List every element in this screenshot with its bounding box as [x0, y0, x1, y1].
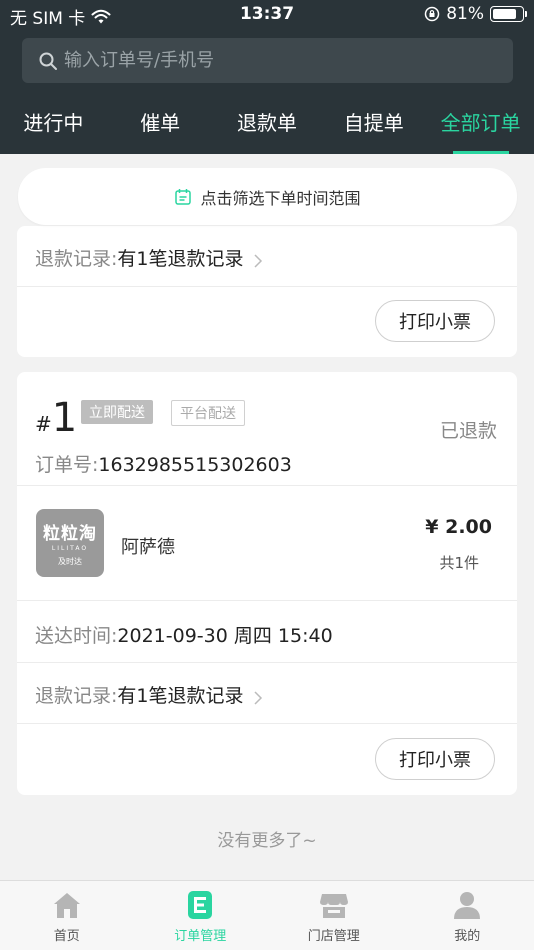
store-icon: [319, 894, 348, 918]
search-bar[interactable]: [22, 38, 513, 83]
platform-delivery-badge: 平台配送: [171, 400, 245, 426]
no-more-label: 没有更多了~: [217, 831, 317, 851]
delivery-type-badge: 立即配送: [81, 400, 153, 424]
user-icon: [454, 892, 481, 919]
order-hash: #: [35, 412, 52, 436]
date-filter-button[interactable]: 点击筛选下单时间范围: [18, 168, 517, 225]
search-input[interactable]: [64, 50, 484, 71]
tab-in-progress[interactable]: 进行中: [0, 100, 107, 154]
tab-urge[interactable]: 催单: [107, 100, 214, 154]
filter-label: 点击筛选下单时间范围: [200, 188, 361, 208]
nav-home[interactable]: 首页: [0, 881, 134, 950]
tab-all-orders[interactable]: 全部订单: [427, 100, 534, 154]
item-count: 共1件: [439, 554, 479, 572]
tab-pickup[interactable]: 自提单: [320, 100, 427, 154]
delivery-time-row: 送达时间:2021-09-30 周四 15:40: [17, 601, 517, 663]
order-card-partial: 退款记录:有1笔退款记录 打印小票: [17, 226, 517, 357]
order-header: # 1 立即配送 平台配送 已退款 订单号:1632985515302603: [17, 372, 517, 486]
nav-my-account[interactable]: 我的: [401, 881, 534, 950]
order-tabs: 进行中 催单 退款单 自提单 全部订单: [0, 100, 534, 154]
refund-record-row[interactable]: 退款记录:有1笔退款记录: [17, 226, 517, 287]
calendar-icon: [175, 188, 192, 205]
battery-percent: 81%: [446, 4, 484, 24]
header: 无 SIM 卡 13:37 81% 进行中 催单 退款单: [0, 0, 534, 154]
home-icon: [53, 893, 80, 918]
battery-icon: [490, 6, 527, 22]
bottom-navigation: 首页 订单管理 门店管理 我的: [0, 880, 534, 950]
order-status: 已退款: [439, 420, 497, 442]
order-sequence-number: 1: [51, 395, 78, 441]
print-receipt-button[interactable]: 打印小票: [375, 300, 495, 342]
print-receipt-button[interactable]: 打印小票: [375, 738, 495, 780]
search-icon: [39, 52, 57, 70]
rotation-lock-icon: [424, 6, 440, 22]
order-number: 订单号:1632985515302603: [35, 454, 292, 476]
refund-record-row[interactable]: 退款记录:有1笔退款记录: [17, 663, 517, 724]
order-item-row[interactable]: 粒粒淘 LILITAO 及时达 阿萨德 ¥ 2.00 共1件: [17, 486, 517, 601]
chevron-right-icon: [254, 690, 262, 705]
nav-store-management[interactable]: 门店管理: [267, 881, 401, 950]
store-logo: 粒粒淘 LILITAO 及时达: [36, 509, 104, 577]
tab-refund[interactable]: 退款单: [214, 100, 321, 154]
order-icon: [188, 891, 213, 919]
customer-name: 阿萨德: [121, 537, 175, 558]
order-price: ¥ 2.00: [425, 516, 492, 538]
nav-order-management[interactable]: 订单管理: [134, 881, 268, 950]
chevron-right-icon: [254, 253, 262, 268]
order-card: # 1 立即配送 平台配送 已退款 订单号:1632985515302603 粒…: [17, 372, 517, 795]
status-bar: 无 SIM 卡 13:37 81%: [0, 0, 534, 30]
